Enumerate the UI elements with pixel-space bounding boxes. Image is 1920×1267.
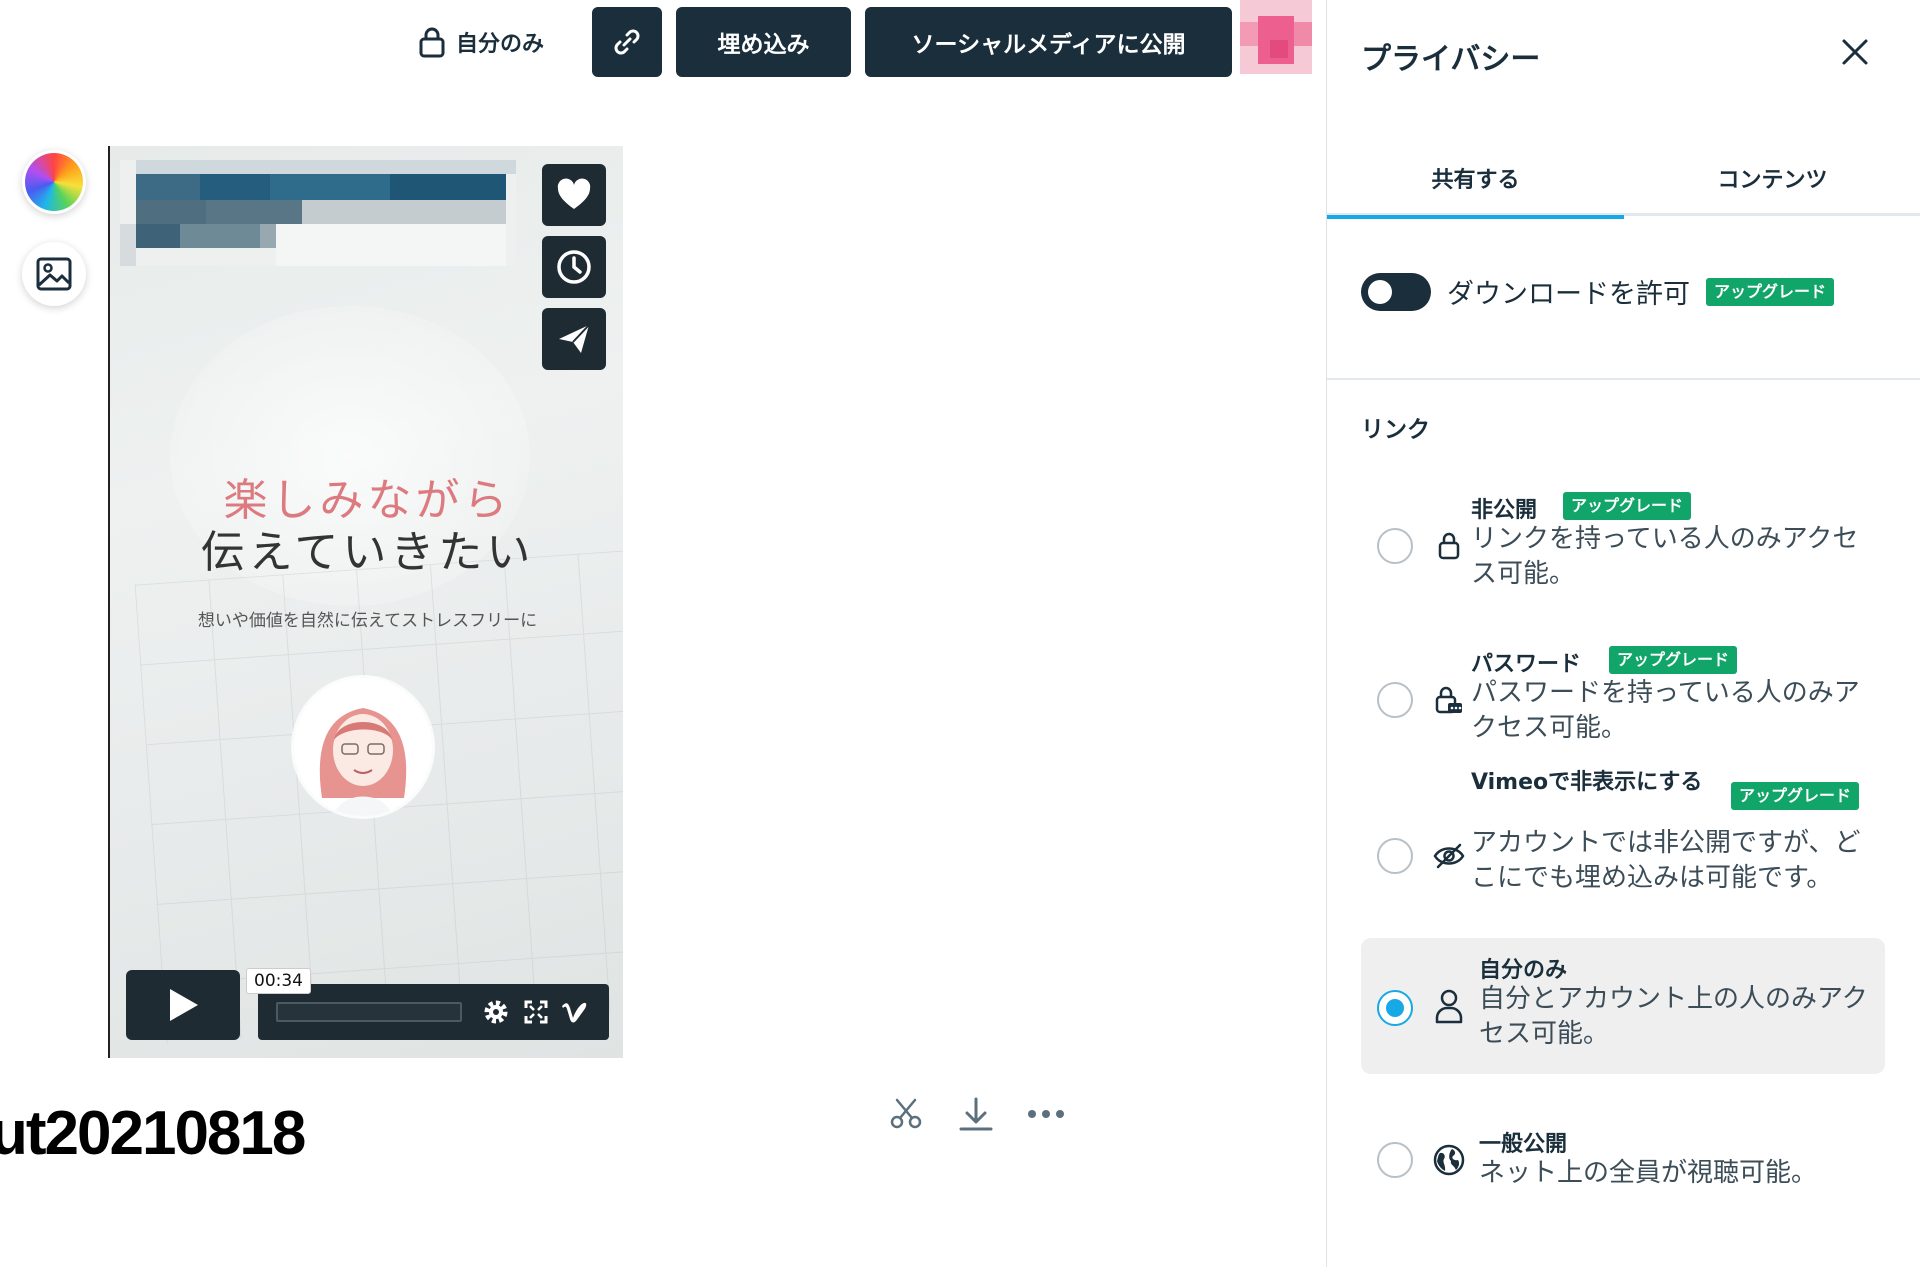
like-button[interactable]: [542, 164, 606, 226]
privacy-option-hide-from-vimeo[interactable]: Vimeoで非表示にする アップグレード アカウントでは非公開ですが、どこにでも…: [1361, 768, 1885, 938]
eye-slash-icon: [1431, 838, 1467, 874]
option-description: リンクを持っている人のみアクセス可能。: [1471, 524, 1859, 589]
settings-gear-icon[interactable]: [480, 996, 512, 1028]
tab-share[interactable]: 共有する: [1327, 140, 1624, 219]
option-description: パスワードを持っている人のみアクセス可能。: [1471, 678, 1860, 743]
upgrade-badge[interactable]: アップグレード: [1731, 782, 1860, 810]
clock-icon: [557, 250, 591, 284]
video-overlay-subtitle: 想いや価値を自然に伝えてストレスフリーに: [197, 611, 538, 631]
more-options-button[interactable]: [1024, 1090, 1068, 1138]
privacy-option-only-me[interactable]: 自分のみ 自分とアカウント上の人のみアクセス可能。: [1361, 938, 1885, 1074]
fullscreen-icon[interactable]: [520, 996, 552, 1028]
portrait-illustration: [294, 678, 432, 816]
ellipsis-icon: [1028, 1110, 1064, 1118]
progress-bar[interactable]: [276, 1002, 462, 1022]
privacy-panel: プライバシー 共有する コンテンツ ダウンロードを許可 アップグレード リンク …: [1326, 0, 1920, 1267]
privacy-status-button[interactable]: 自分のみ: [418, 22, 544, 62]
close-icon: [1842, 39, 1868, 65]
trim-button[interactable]: [884, 1090, 928, 1138]
option-description: アカウントでは非公開ですが、どこにでも埋め込みは可能です。: [1471, 828, 1861, 893]
paper-plane-icon: [559, 324, 590, 353]
privacy-status-label: 自分のみ: [456, 32, 545, 57]
share-button[interactable]: [542, 308, 606, 370]
timestamp-tooltip: 00:34: [246, 968, 311, 994]
person-icon: [1431, 988, 1467, 1024]
play-button[interactable]: [126, 970, 240, 1040]
publish-social-button[interactable]: ソーシャルメディアに公開: [865, 7, 1232, 77]
heart-icon: [557, 178, 591, 209]
vimeo-logo-icon[interactable]: [558, 996, 590, 1028]
download-setting-row: ダウンロードを許可 アップグレード: [1361, 272, 1835, 311]
option-title: 自分のみ: [1479, 958, 1568, 983]
thumbnail-button[interactable]: [22, 242, 86, 306]
panel-title: プライバシー: [1361, 42, 1541, 77]
image-icon: [36, 257, 72, 291]
video-player[interactable]: 楽しみながら 伝えていきたい 想いや価値を自然に伝えてストレスフリーに 00:3…: [108, 146, 623, 1058]
globe-icon: [1431, 1142, 1467, 1178]
video-name[interactable]: ut20210818: [0, 1098, 306, 1169]
color-picker-button[interactable]: [22, 150, 86, 214]
embed-button[interactable]: 埋め込み: [676, 7, 851, 77]
option-title: 一般公開: [1479, 1132, 1568, 1157]
radio-hide-from-vimeo[interactable]: [1377, 838, 1413, 874]
copy-link-button[interactable]: [592, 7, 662, 77]
upgrade-badge[interactable]: アップグレード: [1609, 646, 1738, 674]
option-title: パスワード: [1471, 652, 1582, 677]
download-button[interactable]: [954, 1090, 998, 1138]
option-description: 自分とアカウント上の人のみアクセス可能。: [1479, 984, 1868, 1049]
radio-private[interactable]: [1377, 528, 1413, 564]
download-icon: [959, 1097, 993, 1131]
lock-icon: [419, 27, 445, 58]
close-button[interactable]: [1835, 32, 1875, 72]
watch-later-button[interactable]: [542, 236, 606, 298]
section-divider: [1327, 378, 1920, 380]
top-toolbar: 自分のみ 埋め込み ソーシャルメディアに公開: [0, 0, 1326, 86]
link-section-label: リンク: [1361, 417, 1430, 443]
allow-download-toggle[interactable]: [1361, 272, 1431, 311]
option-title: Vimeoで非表示にする: [1471, 770, 1703, 795]
play-icon: [170, 989, 198, 1021]
option-description: ネット上の全員が視聴可能。: [1479, 1158, 1818, 1188]
lock-icon: [1431, 528, 1467, 564]
scissors-icon: [890, 1098, 922, 1129]
panel-tabs: 共有する コンテンツ: [1327, 140, 1920, 219]
blurred-header-area: [120, 160, 516, 266]
option-title: 非公開: [1471, 498, 1538, 523]
link-icon: [614, 29, 640, 55]
privacy-option-private[interactable]: 非公開 アップグレード リンクを持っている人のみアクセス可能。: [1361, 480, 1885, 600]
privacy-option-password[interactable]: パスワード アップグレード パスワードを持っている人のみアクセス可能。: [1361, 634, 1885, 754]
allow-download-label: ダウンロードを許可: [1447, 279, 1690, 310]
upgrade-badge[interactable]: アップグレード: [1563, 492, 1692, 520]
radio-public[interactable]: [1377, 1142, 1413, 1178]
tab-content[interactable]: コンテンツ: [1624, 140, 1920, 216]
video-overlay-title-2: 伝えていきたい: [200, 527, 535, 578]
radio-password[interactable]: [1377, 682, 1413, 718]
privacy-option-public[interactable]: 一般公開 ネット上の全員が視聴可能。: [1361, 1116, 1885, 1206]
password-lock-icon: [1431, 682, 1467, 718]
color-wheel-icon: [25, 153, 83, 211]
upgrade-badge[interactable]: アップグレード: [1706, 277, 1835, 306]
user-avatar[interactable]: [1240, 0, 1312, 74]
radio-only-me[interactable]: [1377, 990, 1413, 1026]
